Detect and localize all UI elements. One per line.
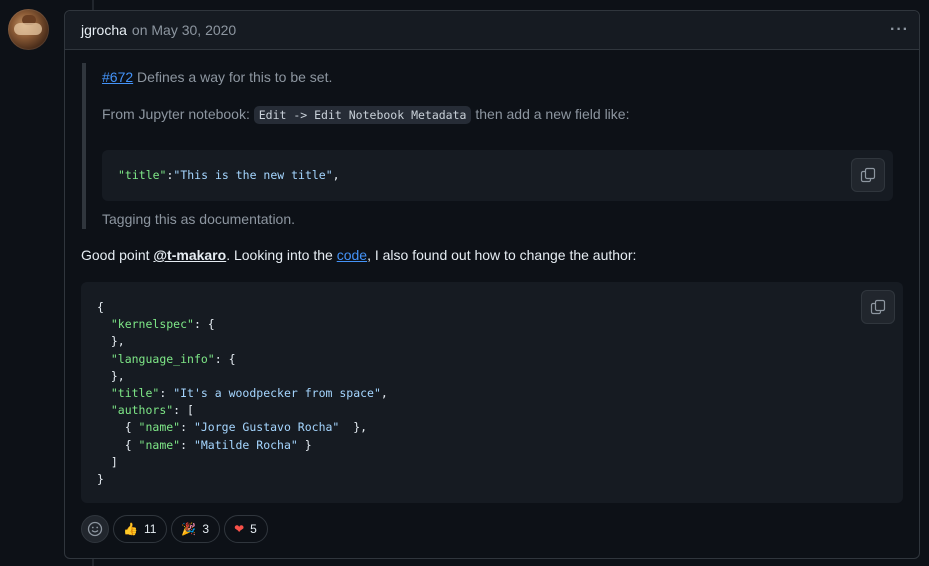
code-line: "kernelspec": { xyxy=(110,317,215,332)
body-text: , I also found out how to change the aut… xyxy=(367,247,637,263)
add-reaction-button[interactable] xyxy=(81,515,109,543)
code-line: "title": "It's a woodpecker from space", xyxy=(110,386,388,401)
code-text: { "kernelspec": { }, "language_info": { … xyxy=(97,299,388,488)
reaction-count: 3 xyxy=(202,522,210,536)
code-line: { "name": "Matilde Rocha" } xyxy=(97,437,312,452)
copy-button[interactable] xyxy=(861,290,895,324)
copy-icon xyxy=(860,167,876,183)
party-popper-icon: 🎉 xyxy=(181,522,197,536)
reaction-count: 5 xyxy=(250,522,257,536)
user-mention[interactable]: @t-makaro xyxy=(153,247,226,263)
reaction-party[interactable]: 🎉 3 xyxy=(171,515,221,543)
kebab-horizontal-icon[interactable]: ··· xyxy=(890,21,909,39)
reaction-count: 11 xyxy=(143,522,157,536)
inline-code: Edit -> Edit Notebook Metadata xyxy=(253,106,472,124)
comment-card: jgrocha on May 30, 2020 ··· #672 Defines… xyxy=(64,10,920,559)
reaction-thumbs-up[interactable]: 👍 11 xyxy=(113,515,168,543)
quote-line-2: From Jupyter notebook: Edit -> Edit Note… xyxy=(102,106,630,124)
copy-icon xyxy=(870,299,886,315)
quote-line-1: #672 Defines a way for this to be set. xyxy=(102,69,332,85)
body-text: Good point xyxy=(81,247,154,263)
issue-link[interactable]: #672 xyxy=(102,69,133,85)
code-link[interactable]: code xyxy=(337,247,367,263)
body-text: . Looking into the xyxy=(226,247,337,263)
comment-date[interactable]: on May 30, 2020 xyxy=(132,22,236,38)
code-line: } xyxy=(97,472,104,487)
avatar[interactable] xyxy=(8,9,49,50)
quote-line-3: Tagging this as documentation. xyxy=(102,211,296,227)
code-line: { "name": "Jorge Gustavo Rocha" }, xyxy=(97,420,368,435)
quote-text: Defines a way for this to be set. xyxy=(133,69,333,85)
code-text: "title":"This is the new title", xyxy=(118,168,340,182)
thumbs-up-icon: 👍 xyxy=(123,522,138,536)
comment-header: jgrocha on May 30, 2020 ··· xyxy=(65,11,919,50)
smiley-icon xyxy=(87,521,103,537)
comment-body-text: Good point @t-makaro. Looking into the c… xyxy=(81,247,636,263)
heart-icon: ❤ xyxy=(234,522,245,536)
reaction-heart[interactable]: ❤ 5 xyxy=(224,515,268,543)
code-line: }, xyxy=(97,334,125,349)
comment-author[interactable]: jgrocha xyxy=(81,22,127,38)
reactions-bar: 👍 11 🎉 3 ❤ 5 xyxy=(81,515,268,543)
code-line: ] xyxy=(97,454,118,469)
quote-code-block: "title":"This is the new title", xyxy=(102,150,893,201)
quote-text: From Jupyter notebook: xyxy=(102,106,254,122)
code-line: "language_info": { xyxy=(110,351,236,366)
blockquote: #672 Defines a way for this to be set. F… xyxy=(82,63,893,229)
code-line: { xyxy=(97,300,104,314)
copy-button[interactable] xyxy=(851,158,885,192)
code-line: "authors": [ xyxy=(110,403,194,418)
code-line: }, xyxy=(97,368,125,383)
quote-text: then add a new field like: xyxy=(471,106,630,122)
json-code-block: { "kernelspec": { }, "language_info": { … xyxy=(81,282,903,503)
